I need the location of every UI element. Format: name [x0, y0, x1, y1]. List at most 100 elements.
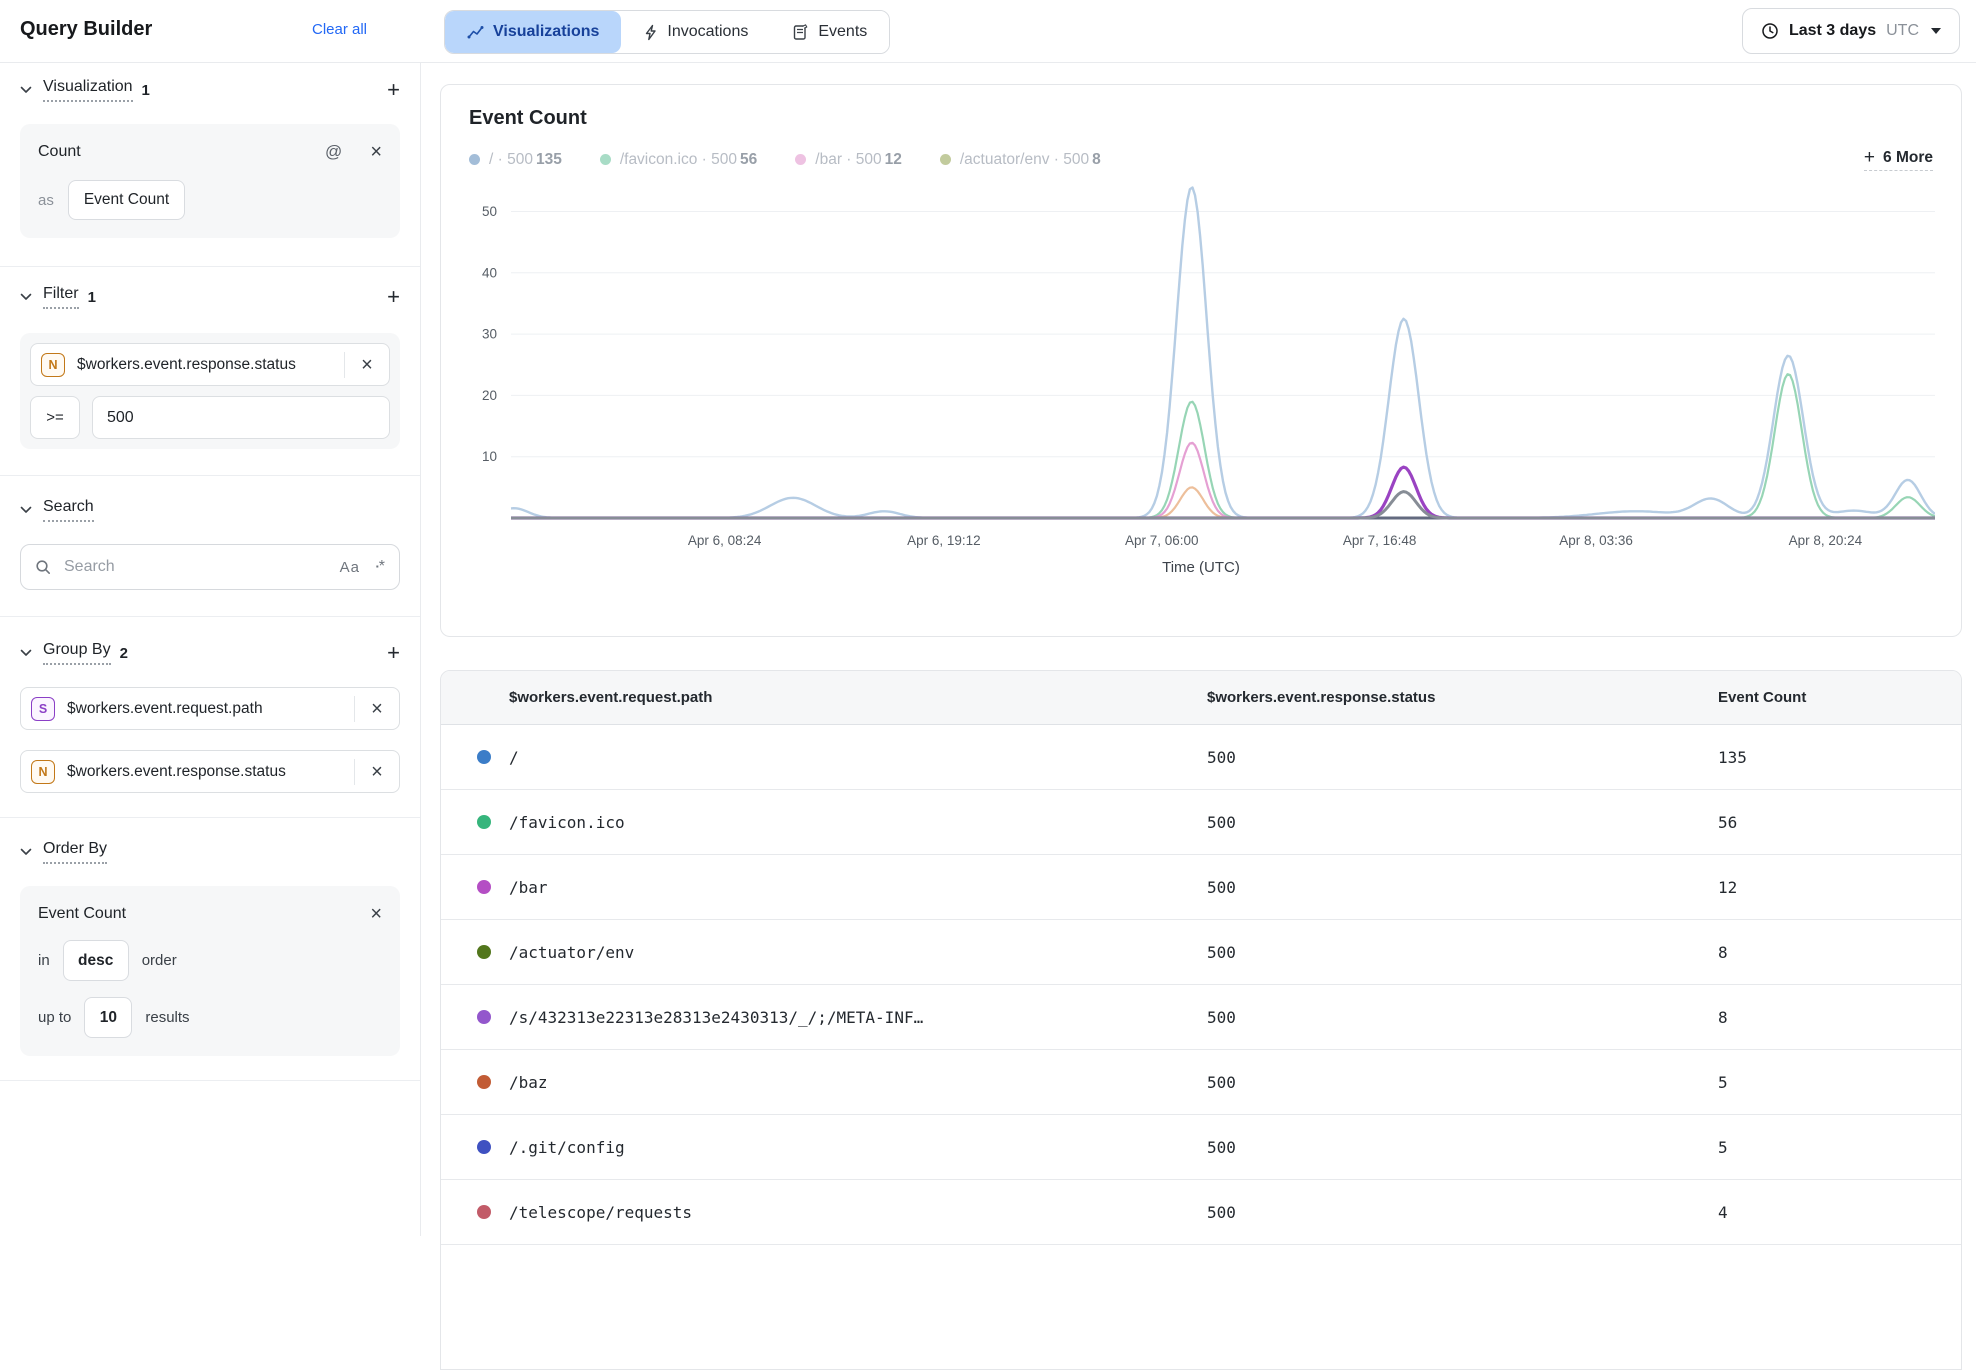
cell-status: 500: [1207, 920, 1236, 984]
y-tick-label: 20: [482, 388, 497, 403]
order-by-card: Event Count × in desc order up to 10 res…: [20, 886, 400, 1056]
series-color-dot: [477, 1010, 491, 1024]
series-color-dot: [795, 154, 806, 165]
order-by-field: Event Count: [38, 905, 126, 923]
series-color-dot: [477, 1075, 491, 1089]
visualization-section-header: Visualization 1 +: [20, 78, 400, 102]
plus-icon: +: [1864, 148, 1875, 167]
time-range-label: Last 3 days: [1789, 22, 1876, 40]
legend-item[interactable]: /favicon.ico · 50056: [600, 151, 757, 169]
remove-visualization-icon[interactable]: ×: [370, 142, 382, 162]
main-content: Event Count / · 500135/favicon.ico · 500…: [421, 62, 1976, 1236]
filter-count: 1: [88, 289, 96, 306]
column-header-path: $workers.event.request.path: [509, 671, 712, 724]
event-count-chart-card: Event Count / · 500135/favicon.ico · 500…: [440, 84, 1962, 637]
search-icon: [35, 559, 52, 576]
group-by-field[interactable]: N $workers.event.response.status ×: [20, 750, 400, 793]
x-tick-label: Apr 8, 03:36: [1559, 533, 1633, 548]
table-row[interactable]: /s/432313e22313e28313e2430313/_/;/META-I…: [441, 985, 1961, 1050]
x-tick-label: Apr 7, 06:00: [1125, 533, 1199, 548]
search-box: Aa ▪*: [20, 544, 400, 590]
y-tick-label: 50: [482, 204, 497, 219]
regex-icon[interactable]: ▪*: [376, 560, 385, 574]
series-color-dot: [477, 815, 491, 829]
filter-field[interactable]: N $workers.event.response.status ×: [30, 343, 390, 386]
y-tick-label: 10: [482, 449, 497, 464]
cell-status: 500: [1207, 1180, 1236, 1244]
number-type-badge: N: [31, 760, 55, 784]
chevron-down-icon[interactable]: [20, 649, 32, 657]
events-note-icon: [792, 24, 809, 41]
at-mention-icon[interactable]: @: [325, 142, 342, 162]
limit-input[interactable]: 10: [84, 997, 132, 1038]
operator-select[interactable]: >=: [30, 396, 80, 439]
cell-path: /.git/config: [509, 1115, 625, 1179]
cell-path: /s/432313e22313e28313e2430313/_/;/META-I…: [509, 985, 923, 1049]
series-color-dot: [469, 154, 480, 165]
chevron-down-icon[interactable]: [20, 506, 32, 514]
table-row[interactable]: /bar50012: [441, 855, 1961, 920]
cell-count: 12: [1718, 855, 1737, 919]
group-by-field[interactable]: S $workers.event.request.path ×: [20, 687, 400, 730]
event-count-chart-svg: 1020304050Apr 6, 08:24Apr 6, 19:12Apr 7,…: [469, 183, 1935, 557]
cell-path: /baz: [509, 1050, 548, 1114]
add-visualization-button[interactable]: +: [387, 79, 400, 101]
chevron-down-icon[interactable]: [20, 86, 32, 94]
number-type-badge: N: [41, 353, 65, 377]
tab-label: Events: [818, 23, 867, 41]
alias-button[interactable]: Event Count: [68, 180, 185, 220]
table-row[interactable]: /500135: [441, 725, 1961, 790]
series-color-dot: [477, 750, 491, 764]
as-label: as: [38, 192, 54, 209]
cell-count: 56: [1718, 790, 1737, 854]
sort-direction-select[interactable]: desc: [63, 940, 129, 981]
page-title: Query Builder: [20, 18, 152, 41]
results-table-card: $workers.event.request.path $workers.eve…: [440, 670, 1962, 1370]
cell-path: /favicon.ico: [509, 790, 625, 854]
up-to-label: up to: [38, 1009, 71, 1026]
add-filter-button[interactable]: +: [387, 286, 400, 308]
chevron-down-icon[interactable]: [20, 293, 32, 301]
more-series-button[interactable]: + 6 More: [1864, 148, 1933, 171]
cell-path: /: [509, 725, 519, 789]
cell-count: 8: [1718, 985, 1728, 1049]
filter-value-input[interactable]: [92, 396, 390, 439]
series-color-dot: [477, 1140, 491, 1154]
divider: [0, 475, 420, 476]
y-tick-label: 30: [482, 327, 497, 342]
x-tick-label: Apr 6, 08:24: [688, 533, 762, 548]
table-row[interactable]: /telescope/requests5004: [441, 1180, 1961, 1245]
cell-count: 4: [1718, 1180, 1728, 1244]
tab-invocations[interactable]: Invocations: [621, 11, 770, 53]
series-color-dot: [477, 945, 491, 959]
chevron-down-icon[interactable]: [20, 848, 32, 856]
string-type-badge: S: [31, 697, 55, 721]
remove-filter-icon[interactable]: ×: [345, 355, 389, 375]
remove-group-by-icon[interactable]: ×: [355, 699, 399, 719]
legend-item[interactable]: / · 500135: [469, 151, 562, 169]
case-sensitive-icon[interactable]: Aa: [340, 559, 360, 576]
filter-field-name: $workers.event.response.status: [77, 356, 296, 374]
table-row[interactable]: /baz5005: [441, 1050, 1961, 1115]
remove-group-by-icon[interactable]: ×: [355, 762, 399, 782]
legend-item[interactable]: /bar · 50012: [795, 151, 902, 169]
tab-visualizations[interactable]: Visualizations: [445, 11, 621, 53]
legend-label: /bar · 50012: [815, 151, 902, 169]
time-range-dropdown[interactable]: Last 3 days UTC: [1742, 8, 1960, 54]
cell-status: 500: [1207, 1115, 1236, 1179]
legend-label: /favicon.ico · 50056: [620, 151, 757, 169]
group-by-field-name: $workers.event.request.path: [67, 700, 263, 718]
column-header-status: $workers.event.response.status: [1207, 671, 1435, 724]
filter-section-header: Filter 1 +: [20, 285, 400, 309]
remove-order-by-icon[interactable]: ×: [370, 904, 382, 924]
table-row[interactable]: /actuator/env5008: [441, 920, 1961, 985]
add-group-by-button[interactable]: +: [387, 642, 400, 664]
table-row[interactable]: /.git/config5005: [441, 1115, 1961, 1180]
visualization-count: 1: [142, 82, 150, 99]
group-by-count: 2: [120, 645, 128, 662]
tab-events[interactable]: Events: [770, 11, 889, 53]
legend-item[interactable]: /actuator/env · 5008: [940, 151, 1101, 169]
clear-all-button[interactable]: Clear all: [312, 21, 367, 38]
table-row[interactable]: /favicon.ico50056: [441, 790, 1961, 855]
search-input[interactable]: [62, 557, 330, 577]
